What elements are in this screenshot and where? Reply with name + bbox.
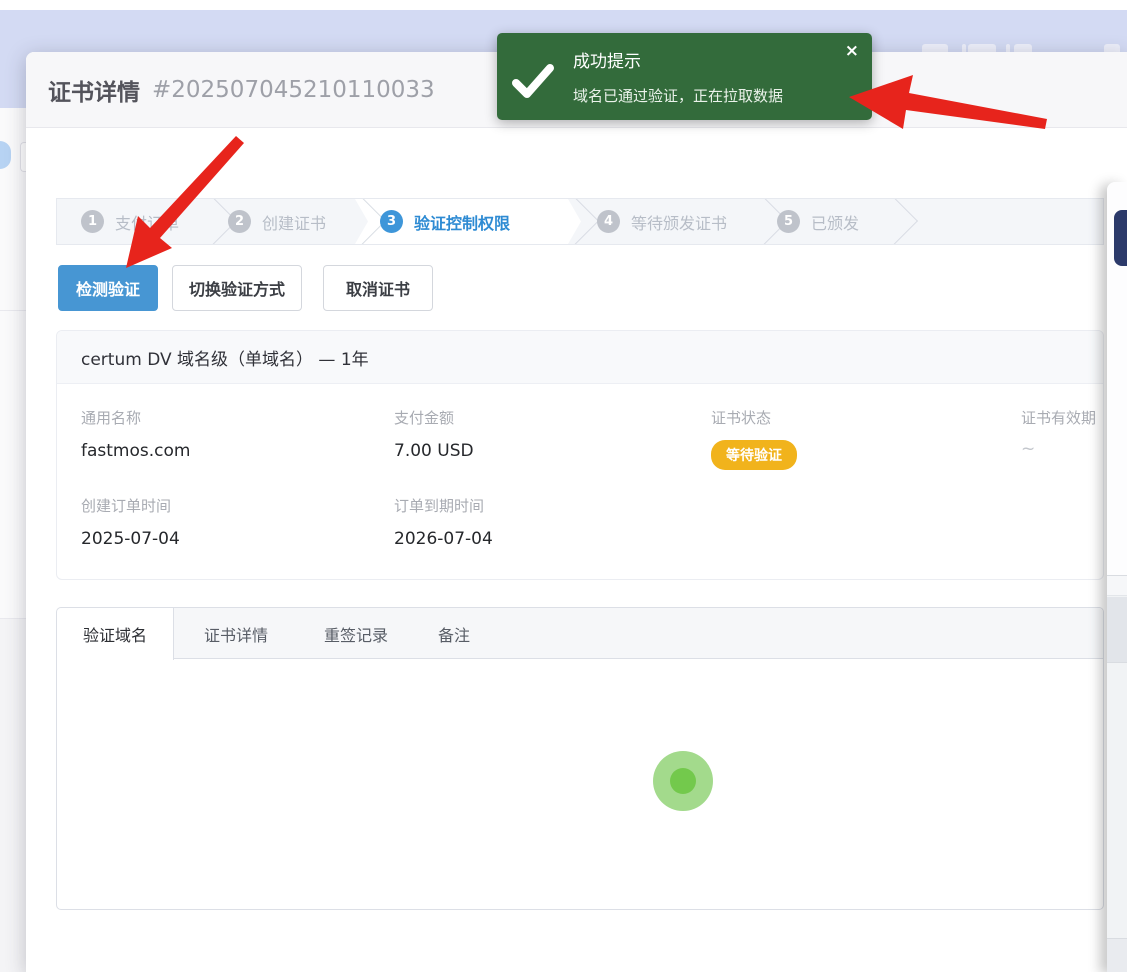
switch-verification-method-button[interactable]: 切换验证方式 bbox=[172, 265, 302, 311]
cancel-certificate-button[interactable]: 取消证书 bbox=[323, 265, 433, 311]
close-icon[interactable]: × bbox=[845, 43, 859, 60]
step-number-badge: 4 bbox=[597, 210, 620, 233]
tab-resign-records[interactable]: 重签记录 bbox=[304, 608, 408, 659]
validity-value: ~ bbox=[1021, 439, 1035, 459]
step-verify-control: 3 验证控制权限 bbox=[380, 199, 510, 244]
loading-spinner-core bbox=[670, 768, 696, 794]
common-name-label: 通用名称 bbox=[81, 407, 141, 428]
amount-value: 7.00 USD bbox=[394, 441, 474, 461]
check-verification-button[interactable]: 检测验证 bbox=[58, 265, 158, 311]
toast-message: 域名已通过验证，正在拉取数据 bbox=[573, 85, 783, 106]
created-time-label: 创建订单时间 bbox=[81, 495, 171, 516]
step-issued: 5 已颁发 bbox=[777, 199, 859, 244]
navbar-clipped-text bbox=[962, 44, 966, 52]
step-number-badge: 3 bbox=[380, 210, 403, 233]
step-pay-order: 1 支付订单 bbox=[81, 199, 179, 244]
toast-title: 成功提示 bbox=[573, 47, 641, 72]
success-toast: 成功提示 域名已通过验证，正在拉取数据 × bbox=[497, 33, 872, 120]
certificate-info-card: certum DV 域名级（单域名） — 1年 通用名称 fastmos.com… bbox=[56, 330, 1104, 580]
step-number-badge: 2 bbox=[228, 210, 251, 233]
side-panel-button-edge[interactable] bbox=[1114, 210, 1127, 266]
navbar-clipped-text bbox=[1006, 44, 1010, 52]
tab-cert-detail[interactable]: 证书详情 bbox=[184, 608, 288, 659]
certificate-detail-modal: 证书详情 #202507045210110033 1 支付订单 2 创建证书 3… bbox=[26, 52, 1127, 972]
created-time-value: 2025-07-04 bbox=[81, 529, 180, 549]
side-panel-row bbox=[1107, 597, 1127, 663]
amount-label: 支付金额 bbox=[394, 407, 454, 428]
expire-time-label: 订单到期时间 bbox=[394, 495, 484, 516]
navbar-clipped-text bbox=[1104, 44, 1120, 52]
validity-label: 证书有效期 bbox=[1021, 407, 1096, 428]
progress-stepper: 1 支付订单 2 创建证书 3 验证控制权限 4 等待颁发证书 5 已颁发 bbox=[56, 198, 1104, 245]
step-number-badge: 5 bbox=[777, 210, 800, 233]
navbar-clipped-text bbox=[968, 44, 996, 52]
status-badge: 等待验证 bbox=[711, 440, 797, 470]
chevron-separator-icon bbox=[870, 198, 918, 245]
step-number-badge: 1 bbox=[81, 210, 104, 233]
side-peek-panel bbox=[1107, 182, 1127, 972]
side-panel-footer bbox=[1107, 938, 1127, 972]
detail-tabs-card: 验证域名 证书详情 重签记录 备注 bbox=[56, 607, 1104, 910]
navbar-clipped-text bbox=[1014, 44, 1032, 52]
order-number: #202507045210110033 bbox=[152, 77, 435, 103]
expire-time-value: 2026-07-04 bbox=[394, 529, 493, 549]
navbar-clipped-text bbox=[922, 44, 948, 52]
check-icon bbox=[511, 59, 555, 103]
tab-remarks[interactable]: 备注 bbox=[424, 608, 484, 659]
step-wait-issue: 4 等待颁发证书 bbox=[597, 199, 727, 244]
product-title: certum DV 域名级（单域名） — 1年 bbox=[57, 331, 1103, 384]
modal-title: 证书详情 bbox=[48, 73, 140, 107]
tab-verify-domain[interactable]: 验证域名 bbox=[57, 608, 174, 660]
common-name-value: fastmos.com bbox=[81, 441, 190, 461]
background-section bbox=[0, 619, 26, 972]
status-label: 证书状态 bbox=[711, 407, 771, 428]
background-divider bbox=[0, 310, 26, 311]
step-create-cert: 2 创建证书 bbox=[228, 199, 326, 244]
side-panel-row bbox=[1107, 575, 1127, 596]
